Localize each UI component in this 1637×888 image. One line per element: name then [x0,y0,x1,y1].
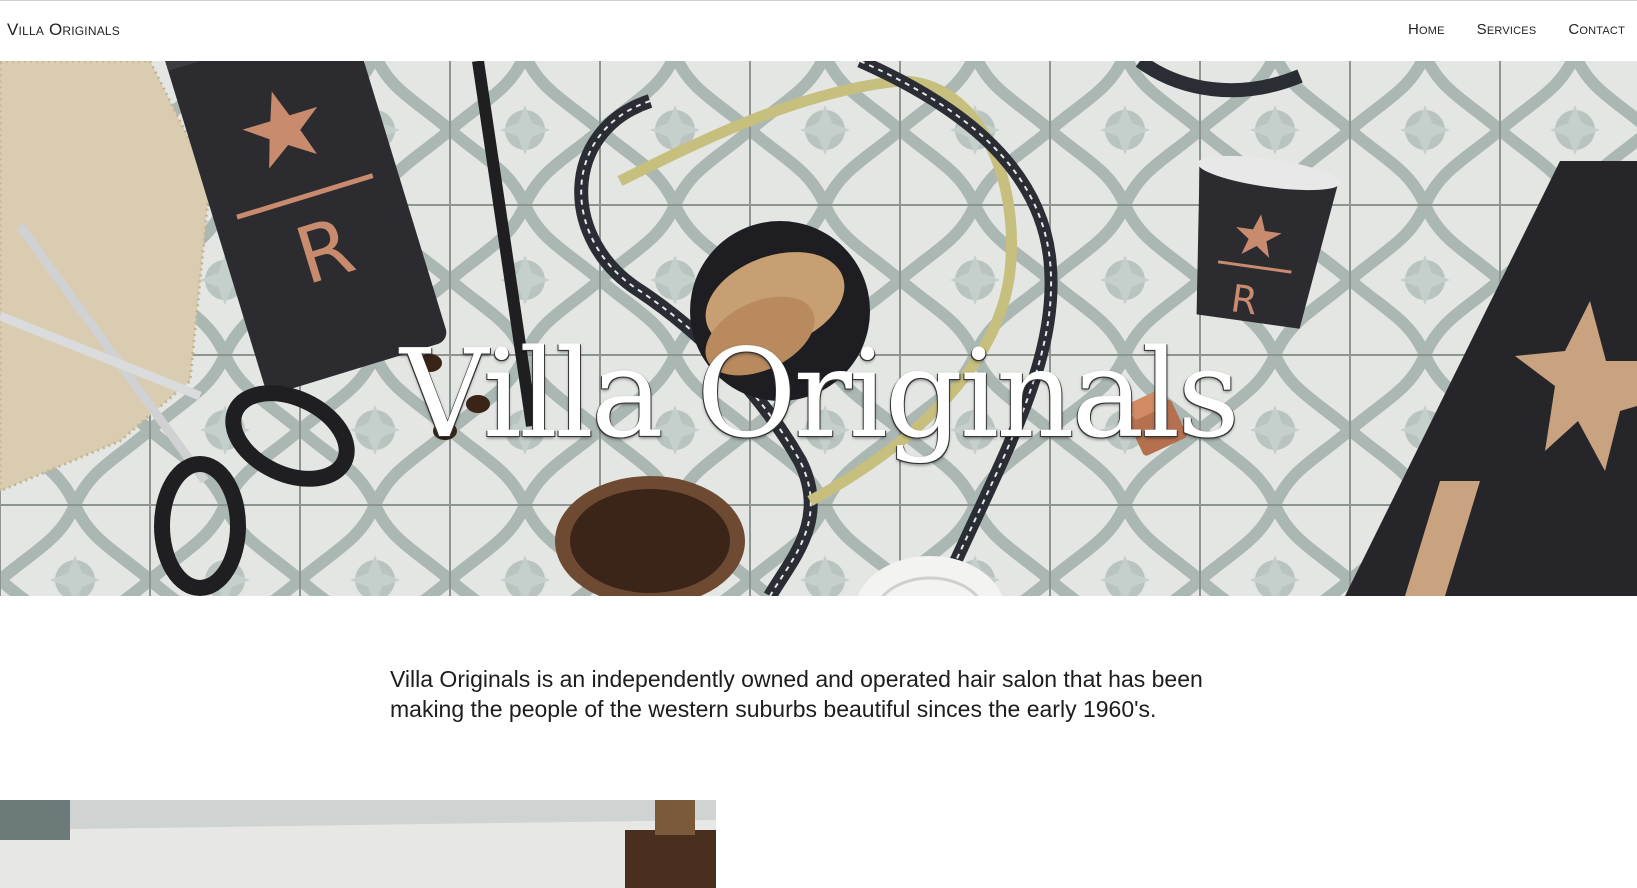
nav-links: Home Services Contact [1408,21,1625,38]
gallery-image [0,800,716,888]
brand-logo-link[interactable]: Villa Originals [7,20,120,40]
nav-link-home[interactable]: Home [1408,21,1445,38]
top-navbar: Villa Originals Home Services Contact [0,0,1637,60]
nav-link-services[interactable]: Services [1477,21,1537,38]
nav-link-contact[interactable]: Contact [1568,21,1625,38]
hero-title: Villa Originals [400,323,1240,465]
hero-banner: R R Villa Originals [0,61,1637,596]
intro-paragraph: Villa Originals is an independently owne… [390,666,1203,722]
salon-photo [0,800,716,888]
